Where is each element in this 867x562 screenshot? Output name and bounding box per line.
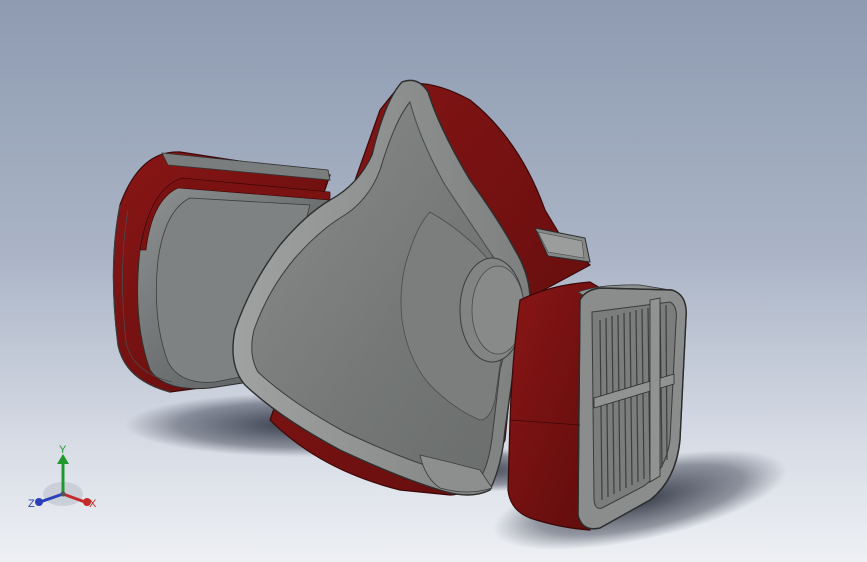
respirator-model-icon[interactable] — [0, 0, 867, 562]
coordinate-triad: Y X Z — [26, 442, 106, 518]
axis-y-label: Y — [59, 444, 67, 456]
axis-z-label: Z — [28, 498, 35, 510]
graphics-viewport[interactable]: Y X Z — [0, 0, 867, 562]
axis-x-label: X — [89, 498, 97, 510]
